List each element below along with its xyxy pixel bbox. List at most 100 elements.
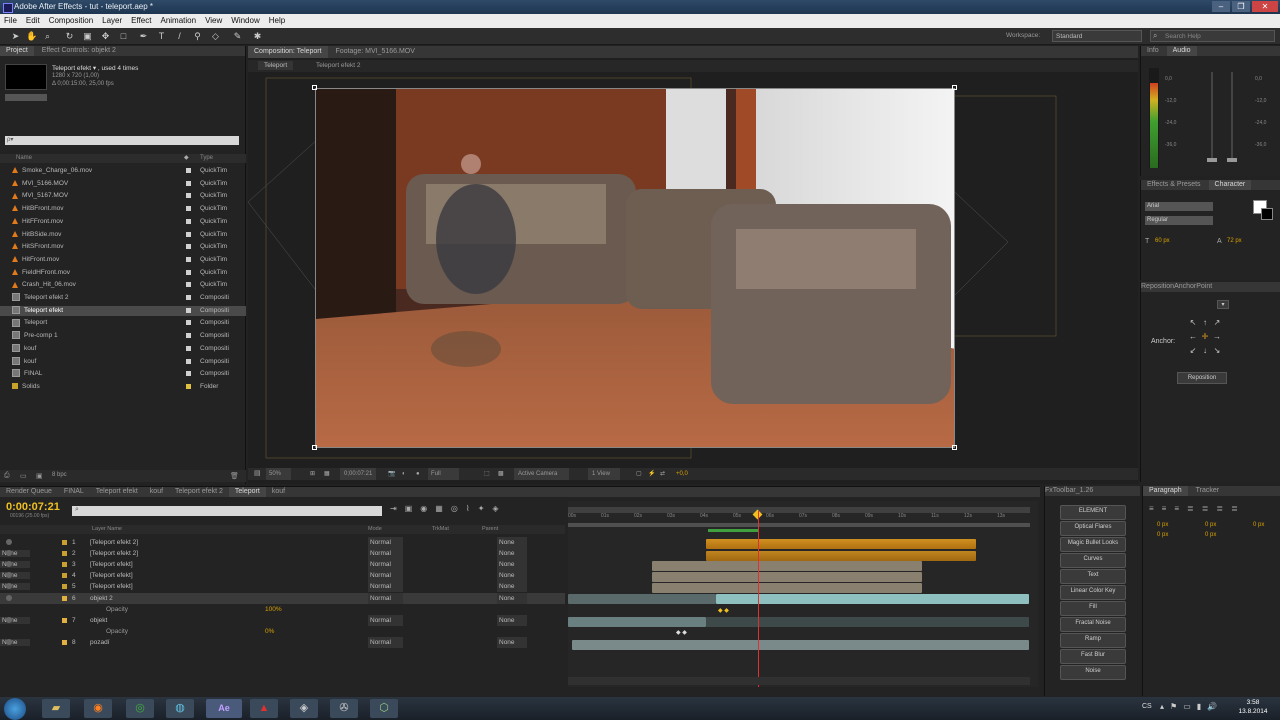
tab-paragraph[interactable]: Paragraph (1143, 486, 1188, 496)
layer-label-color[interactable] (62, 540, 67, 545)
menu-file[interactable]: File (4, 14, 17, 28)
menu-edit[interactable]: Edit (26, 14, 40, 28)
layer-bar-4[interactable] (652, 572, 922, 582)
app-taskbar-icon[interactable]: ⬡ (370, 699, 398, 718)
stroke-color-swatch[interactable] (1261, 208, 1273, 220)
camera-tool-icon[interactable]: ▣ (82, 31, 93, 42)
project-search-input[interactable]: ρ▾ (5, 136, 239, 145)
layer-trkmat-select[interactable]: None (0, 617, 30, 624)
anchor-bottom-icon[interactable]: ↓ (1199, 346, 1211, 360)
label-color-swatch[interactable] (186, 218, 191, 224)
fx-preset-button[interactable]: ELEMENT (1060, 505, 1126, 520)
interpret-footage-icon[interactable]: ⎙ (4, 472, 10, 480)
app-taskbar-icon[interactable]: ✇ (330, 699, 358, 718)
layer-row[interactable]: 7 objekt Normal None None (0, 615, 565, 626)
tab-tracker[interactable]: Tracker (1190, 486, 1225, 496)
timeline-zoom-bar[interactable] (568, 677, 1030, 685)
layer-row[interactable]: 3 [Teleport efekt] Normal None None (0, 559, 565, 570)
layer-name[interactable]: [Teleport efekt] (90, 581, 133, 592)
label-color-swatch[interactable] (186, 358, 191, 364)
project-item[interactable]: Pre-comp 1 Compositi (0, 331, 246, 341)
visibility-eye-icon[interactable] (6, 583, 12, 589)
acrobat-taskbar-icon[interactable]: ▲ (250, 699, 278, 718)
tab-effects-presets[interactable]: Effects & Presets (1141, 180, 1207, 190)
mask-tool-icon[interactable]: □ (118, 31, 129, 42)
clone-stamp-tool-icon[interactable]: ⚲ (192, 31, 203, 42)
label-color-swatch[interactable] (186, 295, 191, 300)
visibility-eye-icon[interactable] (6, 617, 12, 623)
clock-date[interactable]: 13.8.2014 (1232, 708, 1274, 715)
type-tool-icon[interactable]: T (156, 31, 167, 42)
align-center-icon[interactable]: ≡ (1162, 504, 1167, 513)
layer-name[interactable]: [Teleport efekt] (90, 559, 133, 570)
audio-slider-handle[interactable] (1207, 158, 1217, 162)
fast-previews-icon[interactable]: ⚡ (648, 468, 655, 480)
frame-blending-icon[interactable]: ▦ (435, 504, 443, 518)
font-style-select[interactable]: Regular (1145, 216, 1213, 225)
label-color-swatch[interactable] (186, 256, 191, 262)
resolution-select[interactable]: Full (428, 468, 459, 480)
anchor-top-left-icon[interactable]: ↖ (1187, 318, 1199, 332)
layer-name[interactable]: objekt (90, 615, 107, 626)
layer-row[interactable]: 2 [Teleport efekt 2] Normal None None (0, 548, 565, 559)
layer-mode-select[interactable]: Normal (368, 570, 403, 581)
brainstorm-icon[interactable]: ✦ (478, 504, 485, 518)
transform-handle[interactable] (952, 85, 957, 90)
start-button[interactable] (4, 698, 26, 720)
property-name[interactable]: Opacity (106, 604, 128, 615)
color-channel-icon[interactable]: ● (416, 468, 420, 480)
rotate-tool-icon[interactable]: ↻ (64, 31, 75, 42)
project-item[interactable]: HitFFront.mov QuickTim (0, 217, 246, 227)
project-item[interactable]: HitFront.mov QuickTim (0, 255, 246, 265)
layer-bar-6[interactable] (716, 594, 1029, 604)
app-taskbar-icon[interactable]: ◈ (290, 699, 318, 718)
layer-name[interactable]: [Teleport efekt 2] (90, 537, 138, 548)
font-family-select[interactable]: Arial (1145, 202, 1213, 211)
reposition-options-icon[interactable]: ▾ (1217, 300, 1229, 309)
layer-bar-8[interactable] (572, 640, 1029, 650)
menu-help[interactable]: Help (269, 14, 285, 28)
always-preview-icon[interactable]: ▤ (254, 468, 261, 480)
workspace-select[interactable]: Standard (1052, 30, 1142, 42)
project-item[interactable]: FINAL Compositi (0, 369, 246, 379)
align-right-icon[interactable]: ≡ (1174, 504, 1179, 513)
toggle-pixel-aspect-icon[interactable]: ▢ (636, 468, 642, 480)
transform-handle[interactable] (312, 85, 317, 90)
tray-arrow-icon[interactable]: ▴ (1160, 702, 1164, 711)
layer-name[interactable]: [Teleport efekt] (90, 570, 133, 581)
motion-blur-icon[interactable]: ◎ (451, 504, 458, 518)
timeline-tab[interactable]: Teleport efekt (90, 487, 144, 497)
audio-slider-handle[interactable] (1227, 158, 1237, 162)
project-item[interactable]: Teleport efekt 2 Compositi (0, 293, 246, 303)
eraser-tool-icon[interactable]: ◇ (210, 31, 221, 42)
layer-mode-select[interactable]: Normal (368, 548, 403, 559)
layer-parent-select[interactable]: None (497, 570, 527, 581)
breadcrumb-teleport-efekt-2[interactable]: Teleport efekt 2 (310, 61, 366, 70)
label-color-swatch[interactable] (186, 168, 191, 173)
view-layout-select[interactable]: 1 View (588, 468, 620, 480)
indent-right-value[interactable]: 0 px (1205, 522, 1216, 528)
layer-trkmat-select[interactable]: None (0, 639, 30, 646)
flowchart-icon[interactable]: ⇄ (660, 468, 665, 480)
anchor-top-icon[interactable]: ↑ (1199, 318, 1211, 332)
layer-row[interactable]: 1 [Teleport efekt 2] Normal None (0, 537, 565, 548)
label-color-swatch[interactable] (186, 320, 191, 326)
tray-volume-icon[interactable]: 🔊 (1207, 702, 1217, 711)
app-taskbar-icon[interactable]: ◍ (166, 699, 194, 718)
layer-bar-7[interactable] (568, 617, 706, 627)
project-item[interactable]: kouf Compositi (0, 356, 246, 367)
transform-handle[interactable] (952, 445, 957, 450)
region-of-interest-icon[interactable]: ⬚ (484, 468, 490, 480)
column-parent[interactable]: Parent (482, 525, 498, 534)
fx-preset-button[interactable]: Magic Bullet Looks (1060, 537, 1126, 552)
close-button[interactable]: ✕ (1252, 1, 1278, 12)
column-trkmat[interactable]: TrkMat (432, 525, 449, 534)
fx-preset-button[interactable]: Fast Blur (1060, 649, 1126, 664)
project-item[interactable]: MVI_5167.MOV QuickTim (0, 191, 246, 201)
justify-center-icon[interactable]: ≣ (1202, 504, 1209, 513)
layer-mode-select[interactable]: Normal (368, 581, 403, 592)
timeline-tab[interactable]: FINAL (58, 487, 90, 497)
layer-bar-2[interactable] (706, 551, 976, 561)
comp-video-frame[interactable] (315, 88, 955, 448)
tab-footage[interactable]: Footage: MVI_5166.MOV (330, 46, 421, 58)
